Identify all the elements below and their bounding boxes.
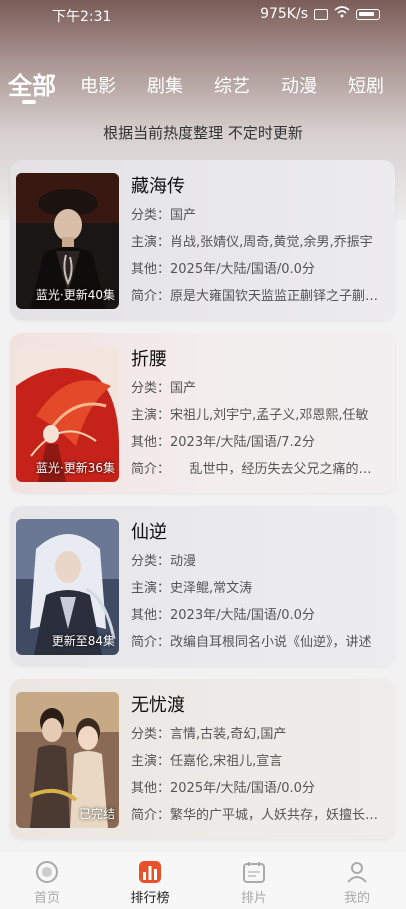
tab-all[interactable]: 全部	[8, 66, 56, 101]
item-other: 其他：2025年/大陆/国语/0.0分	[131, 781, 315, 796]
item-cast: 主演：史泽鲲,常文涛	[131, 581, 253, 596]
tab-variety[interactable]: 综艺	[214, 72, 250, 98]
item-cast: 主演：任嘉伦,宋祖儿,宣言	[131, 754, 283, 769]
nav-schedule[interactable]: 排片	[214, 860, 294, 906]
status-bar: 下午2:31 975K/s	[0, 0, 406, 30]
item-other: 其他：2025年/大陆/国语/0.0分	[131, 262, 315, 277]
tab-anime[interactable]: 动漫	[281, 72, 317, 98]
item-title: 无忧渡	[131, 695, 185, 716]
item-title: 仙逆	[131, 522, 167, 543]
poster-image: 蓝光·更新36集	[16, 346, 119, 482]
poster-image: 更新至84集	[16, 519, 119, 655]
bottom-nav: 首页 排行榜 排片 我的	[0, 852, 406, 909]
status-time: 下午2:31	[52, 9, 112, 25]
category-tabs: 全部 电影 剧集 综艺 动漫 短剧	[0, 62, 406, 112]
item-intro: 简介：繁华的广平城，人妖共存，妖擅长伪装	[131, 808, 383, 823]
status-icons: 975K/s	[260, 6, 380, 22]
item-title: 藏海传	[131, 176, 185, 197]
calendar-icon	[242, 860, 266, 884]
notification-icon	[314, 8, 328, 20]
item-title: 折腰	[131, 349, 167, 370]
poster-update-label: 蓝光·更新40集	[35, 288, 115, 302]
item-intro: 简介：改编自耳根同名小说《仙逆》，讲述	[131, 635, 372, 650]
tab-series[interactable]: 剧集	[147, 72, 183, 98]
ranking-item[interactable]: 蓝光·更新40集 藏海传 分类：国产 主演：肖战,张婧仪,周奇,黄觉,余男,乔振…	[10, 160, 395, 320]
network-speed: 975K/s	[260, 6, 308, 22]
poster-update-label: 蓝光·更新36集	[35, 461, 115, 475]
tab-short-drama[interactable]: 短剧	[348, 72, 384, 98]
poster-image: 蓝光·更新40集	[16, 173, 119, 309]
tab-movies[interactable]: 电影	[80, 72, 116, 98]
item-cast: 主演：肖战,张婧仪,周奇,黄觉,余男,乔振宇	[131, 235, 373, 250]
ranking-icon	[138, 860, 162, 884]
item-intro: 简介： 乱世中，经历失去父兄之痛的乔女	[131, 462, 383, 477]
nav-home[interactable]: 首页	[7, 860, 87, 906]
home-icon	[35, 860, 59, 884]
item-category: 分类：国产	[131, 381, 197, 396]
item-category: 分类：国产	[131, 208, 197, 223]
poster-update-label: 更新至84集	[51, 634, 115, 648]
ranking-item[interactable]: 更新至84集 仙逆 分类：动漫 主演：史泽鲲,常文涛 其他：2023年/大陆/国…	[10, 506, 395, 666]
item-intro: 简介：原是大雍国钦天监监正蒯铎之子蒯藏海	[131, 289, 383, 304]
item-category: 分类：动漫	[131, 554, 197, 569]
profile-icon	[345, 860, 369, 884]
list-subtitle: 根据当前热度整理 不定时更新	[103, 124, 303, 142]
nav-ranking[interactable]: 排行榜	[110, 860, 190, 906]
ranking-item[interactable]: 蓝光·更新36集 折腰 分类：国产 主演：宋祖儿,刘宇宁,孟子义,邓恩熙,任敏 …	[10, 333, 395, 493]
tab-indicator	[22, 100, 36, 104]
poster-update-label: 已完结	[78, 807, 115, 821]
battery-icon	[356, 8, 380, 20]
item-cast: 主演：宋祖儿,刘宇宁,孟子义,邓恩熙,任敏	[131, 408, 369, 423]
item-other: 其他：2023年/大陆/国语/0.0分	[131, 608, 315, 623]
wifi-icon	[334, 6, 350, 22]
ranking-item[interactable]: 已完结 无忧渡 分类：言情,古装,奇幻,国产 主演：任嘉伦,宋祖儿,宣言 其他：…	[10, 679, 395, 839]
item-other: 其他：2023年/大陆/国语/7.2分	[131, 435, 315, 450]
nav-profile[interactable]: 我的	[317, 860, 397, 906]
item-category: 分类：言情,古装,奇幻,国产	[131, 727, 287, 742]
poster-image: 已完结	[16, 692, 119, 828]
